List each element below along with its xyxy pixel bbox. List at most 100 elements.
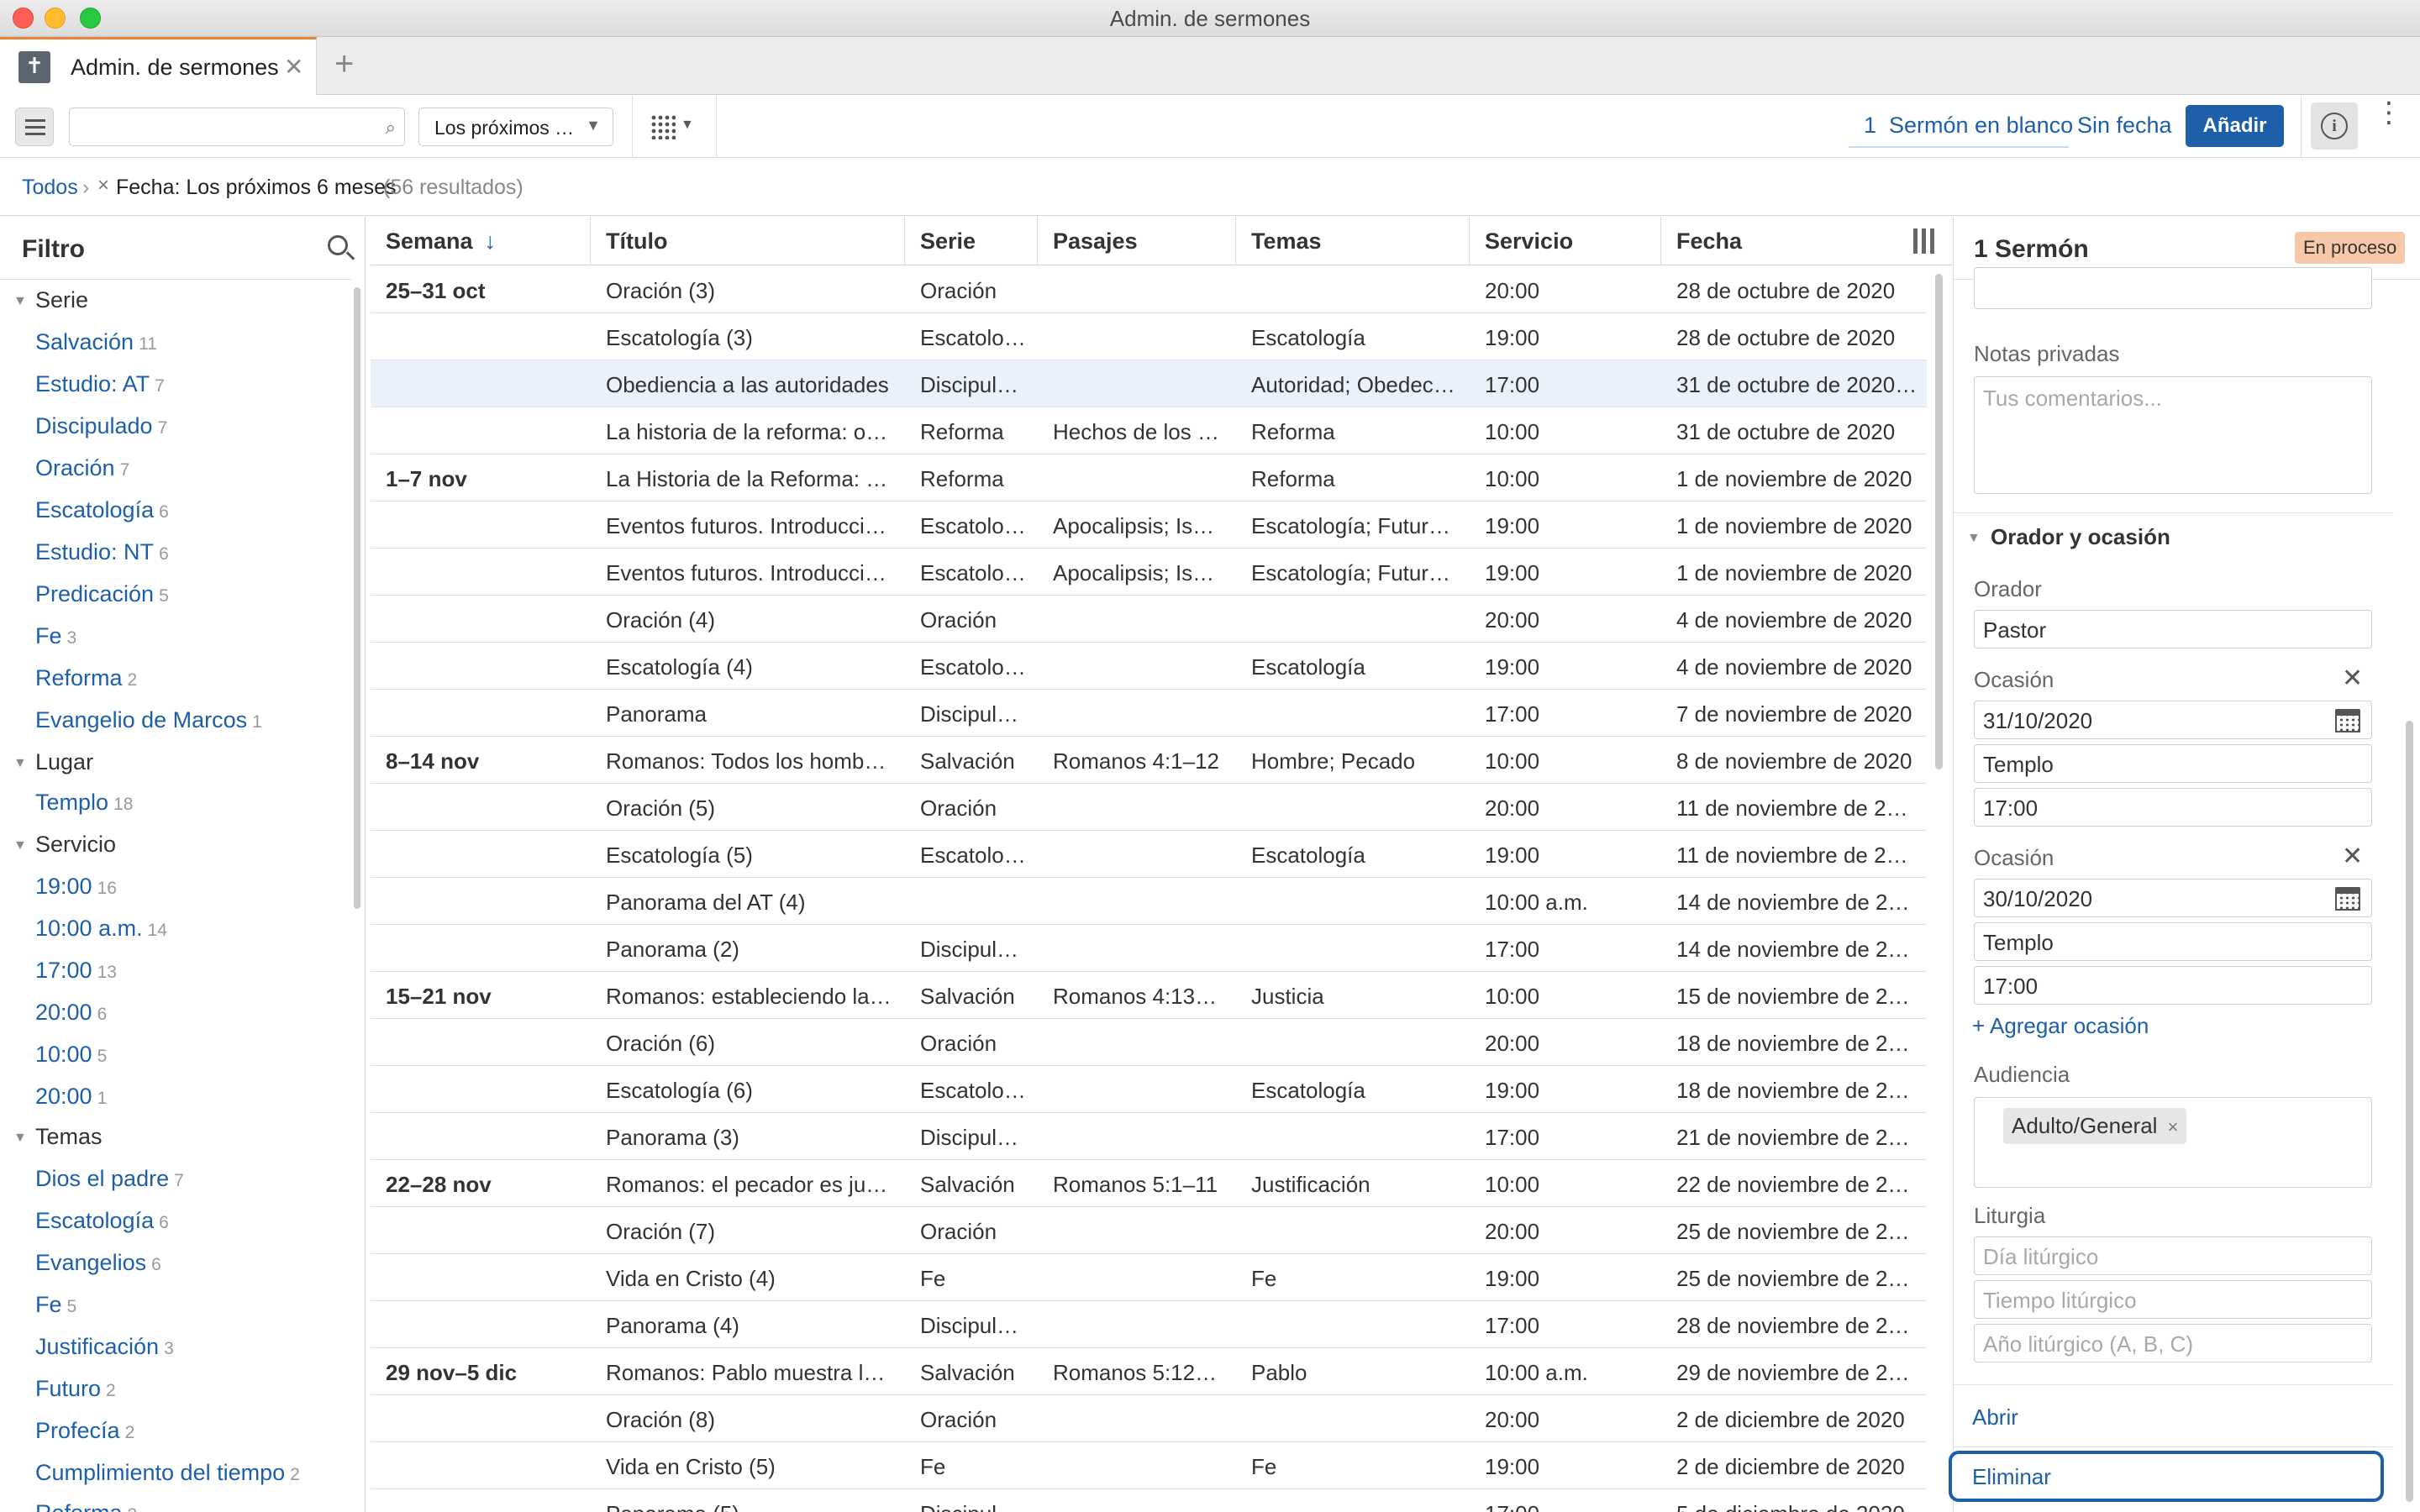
table-row[interactable]: Escatología (5) Escatolo… Escatología 19:00… [371, 831, 1927, 878]
table-row[interactable]: Escatología (3) Escatolo… Escatología 19:00… [371, 313, 1927, 360]
filter-item[interactable]: 20:00 1 [35, 1084, 107, 1110]
filter-item[interactable]: Reforma2 [35, 665, 137, 691]
filter-item[interactable]: Templo 18 [35, 790, 133, 816]
speaker-field[interactable]: Pastor [1974, 610, 2372, 648]
table-row[interactable]: Panorama (4) Discipul… 17:00 28 de noviembr… [371, 1301, 1927, 1348]
remove-chip-icon[interactable]: × [2167, 1116, 2178, 1137]
notes-field[interactable] [1974, 267, 2372, 309]
tab-close-icon[interactable]: ✕ [284, 53, 303, 81]
filter-item[interactable]: Futuro 2 [35, 1376, 116, 1402]
remove-occasion-icon[interactable]: ✕ [2342, 664, 2363, 693]
filter-item[interactable]: 10:00 5 [35, 1042, 107, 1068]
table-row[interactable]: Oración (8) Oración 20:00 2 de diciembre de… [371, 1395, 1927, 1442]
filter-item[interactable]: Oración 7 [35, 455, 129, 481]
tab-admin-sermones[interactable]: Admin. de sermones ✕ [0, 37, 317, 95]
column-header-date[interactable]: Fecha [1661, 217, 1905, 265]
view-mode-button[interactable]: ▼ [647, 109, 697, 144]
table-row[interactable]: Panorama del AT (4) 10:00 a.m. 14 de novie… [371, 878, 1927, 925]
search-box[interactable]: ⌕ [69, 108, 405, 146]
filter-item[interactable]: Discipulado 7 [35, 413, 167, 439]
table-row[interactable]: 15–21 nov Romanos: estableciendo la… Salva… [371, 972, 1927, 1019]
table-row[interactable]: Eventos futuros. Introducci… Escatolo… Apo… [371, 501, 1927, 549]
filter-item[interactable]: Predicación 5 [35, 581, 169, 607]
blank-sermon-count[interactable]: 1 [1864, 113, 1876, 139]
breadcrumb-all-link[interactable]: Todos [22, 176, 78, 200]
filter-item[interactable]: Evangelio de Marcos 1 [35, 707, 262, 733]
filter-item[interactable]: Reforma2 [35, 1500, 137, 1512]
liturgical-year-field[interactable]: Año litúrgico (A, B, C) [1974, 1324, 2372, 1362]
filter-item[interactable]: 17:00 13 [35, 958, 117, 984]
filter-item[interactable]: Escatología 6 [35, 497, 169, 523]
add-button[interactable]: Añadir [2186, 105, 2284, 147]
filter-item[interactable]: Cumplimiento del tiempo 2 [35, 1460, 300, 1486]
audience-field[interactable]: Adulto/General × [1974, 1097, 2372, 1188]
table-row[interactable]: 1–7 nov La Historia de la Reforma: … Refor… [371, 454, 1927, 501]
filter-item[interactable]: Salvación 11 [35, 329, 157, 355]
table-row[interactable]: Panorama (5)Discipul… 17:005 de diciembre… [371, 1489, 1927, 1512]
occasion-time-field[interactable]: 17:00 [1974, 788, 2372, 827]
filter-search-icon[interactable] [324, 232, 358, 265]
add-occasion-link[interactable]: + Agregar ocasión [1972, 1013, 2149, 1039]
table-row[interactable]: Oración (7) Oración 20:00 25 de noviembre d… [371, 1207, 1927, 1254]
filter-item[interactable]: 10:00 a.m. 14 [35, 916, 167, 942]
occasion-date-field[interactable]: 31/10/2020 [1974, 701, 2372, 739]
occasion-time-field[interactable]: 17:00 [1974, 966, 2372, 1005]
table-row[interactable]: Oración (6) Oración 20:00 18 de noviembre d… [371, 1019, 1927, 1066]
sidebar-scrollbar[interactable] [354, 287, 360, 909]
table-row[interactable]: Escatología (6) Escatolo… Escatología 19:00… [371, 1066, 1927, 1113]
filter-group-temas[interactable]: ▼ Temas [13, 1124, 103, 1150]
filter-item[interactable]: Estudio: NT 6 [35, 539, 169, 565]
filter-item[interactable]: Evangelios 6 [35, 1250, 161, 1276]
more-options-icon[interactable]: ⋮ [2375, 98, 2403, 127]
occasion-place-field[interactable]: Templo [1974, 744, 2372, 783]
search-input[interactable] [78, 108, 364, 144]
new-tab-button[interactable]: + [334, 45, 354, 83]
filter-item[interactable]: Fe 5 [35, 1292, 76, 1318]
filter-group-servicio[interactable]: ▼ Servicio [13, 832, 116, 858]
table-scrollbar[interactable] [1935, 274, 1943, 769]
filter-group-lugar[interactable]: ▼ Lugar [13, 749, 93, 775]
table-row[interactable]: Oración (4) Oración 20:00 4 de noviembre de… [371, 596, 1927, 643]
table-row[interactable]: 25–31 oct Oración (3) Oración 20:00 28 de oc… [371, 266, 1927, 313]
filter-item[interactable]: 19:00 16 [35, 874, 117, 900]
remove-occasion-icon[interactable]: ✕ [2342, 842, 2363, 871]
open-link[interactable]: Abrir [1972, 1404, 2018, 1431]
column-header-service[interactable]: Servicio [1470, 217, 1661, 265]
filter-item[interactable]: Escatología 6 [35, 1208, 169, 1234]
filter-item[interactable]: Profecía 2 [35, 1418, 134, 1444]
table-row[interactable]: Panorama (3) Discipul… 17:00 21 de noviembr… [371, 1113, 1927, 1160]
sidebar-toggle-button[interactable] [15, 108, 54, 146]
table-row[interactable]: Panorama (2) Discipul… 17:00 14 de noviembr… [371, 925, 1927, 972]
table-row[interactable]: Vida en Cristo (5) Fe Fe 19:00 2 de diciembr… [371, 1442, 1927, 1489]
column-header-passages[interactable]: Pasajes [1038, 217, 1236, 265]
column-settings-icon[interactable] [1913, 228, 1939, 254]
table-row[interactable]: Eventos futuros. Introducci… Escatolo… Apo… [371, 549, 1927, 596]
remove-filter-icon[interactable]: × [97, 174, 109, 197]
table-row[interactable]: Obediencia a las autoridades Discipul… Aut… [371, 360, 1927, 407]
delete-button[interactable]: Eliminar [1949, 1451, 2384, 1502]
table-row[interactable]: Escatología (4) Escatolo… Escatología 19:00… [371, 643, 1927, 690]
table-row[interactable]: 22–28 nov Romanos: el pecador es ju… Salva… [371, 1160, 1927, 1207]
filter-item[interactable]: Fe 3 [35, 623, 76, 649]
filter-item[interactable]: 20:00 6 [35, 1000, 107, 1026]
table-row[interactable]: Vida en Cristo (4) Fe Fe 19:00 25 de noviemb… [371, 1254, 1927, 1301]
panel-scrollbar[interactable] [2406, 721, 2413, 1502]
private-notes-field[interactable]: Tus comentarios... [1974, 376, 2372, 494]
calendar-icon[interactable] [2335, 709, 2360, 732]
table-row[interactable]: 8–14 nov Romanos: Todos los homb… Salvació… [371, 737, 1927, 784]
occasion-place-field[interactable]: Templo [1974, 922, 2372, 961]
liturgical-day-field[interactable]: Día litúrgico [1974, 1236, 2372, 1275]
filter-item[interactable]: Justificación 3 [35, 1334, 174, 1360]
column-header-week[interactable]: Semana ↓ [371, 217, 591, 265]
column-header-series[interactable]: Serie [905, 217, 1038, 265]
filter-item[interactable]: Estudio: AT 7 [35, 371, 165, 397]
info-button[interactable]: i [2311, 102, 2358, 150]
table-row[interactable]: La historia de la reforma: o… Reforma Hech… [371, 407, 1927, 454]
date-range-dropdown[interactable]: Los próximos … ▼ [418, 108, 613, 146]
filter-group-serie[interactable]: ▼ Serie [13, 287, 88, 313]
blank-sermon-link[interactable]: Sermón en blanco [1889, 113, 2073, 139]
column-header-topics[interactable]: Temas [1236, 217, 1470, 265]
table-row[interactable]: 29 nov–5 dic Romanos: Pablo muestra l… Sal… [371, 1348, 1927, 1395]
table-row[interactable]: Oración (5) Oración 20:00 11 de noviembre d… [371, 784, 1927, 831]
occasion-date-field[interactable]: 30/10/2020 [1974, 879, 2372, 917]
